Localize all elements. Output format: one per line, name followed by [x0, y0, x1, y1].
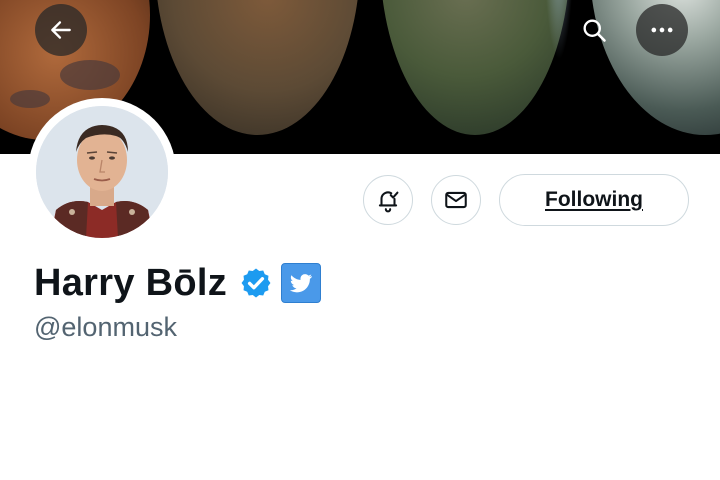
- banner-planet-terraforming: [155, 0, 360, 135]
- profile-handle: @elonmusk: [34, 312, 177, 342]
- search-icon: [583, 19, 606, 42]
- display-name: Harry Bōlz: [34, 261, 228, 304]
- search-button[interactable]: [568, 4, 620, 56]
- arrow-left-icon: [51, 21, 71, 39]
- bell-check-icon: [378, 191, 399, 213]
- mail-icon: [445, 191, 467, 209]
- notifications-button[interactable]: [363, 175, 413, 225]
- profile-name-row: Harry Bōlz: [34, 258, 322, 308]
- twitter-affiliate-badge[interactable]: [281, 263, 322, 303]
- message-button[interactable]: [431, 175, 481, 225]
- following-button[interactable]: Following: [499, 174, 689, 226]
- back-button[interactable]: [35, 4, 87, 56]
- avatar[interactable]: [28, 98, 176, 246]
- twitter-bird-icon: [289, 274, 313, 293]
- more-button[interactable]: [636, 4, 688, 56]
- verified-badge-icon[interactable]: [239, 266, 273, 300]
- avatar-image: [36, 106, 168, 238]
- banner-planet-green: [380, 0, 574, 135]
- more-horizontal-icon: [651, 27, 673, 33]
